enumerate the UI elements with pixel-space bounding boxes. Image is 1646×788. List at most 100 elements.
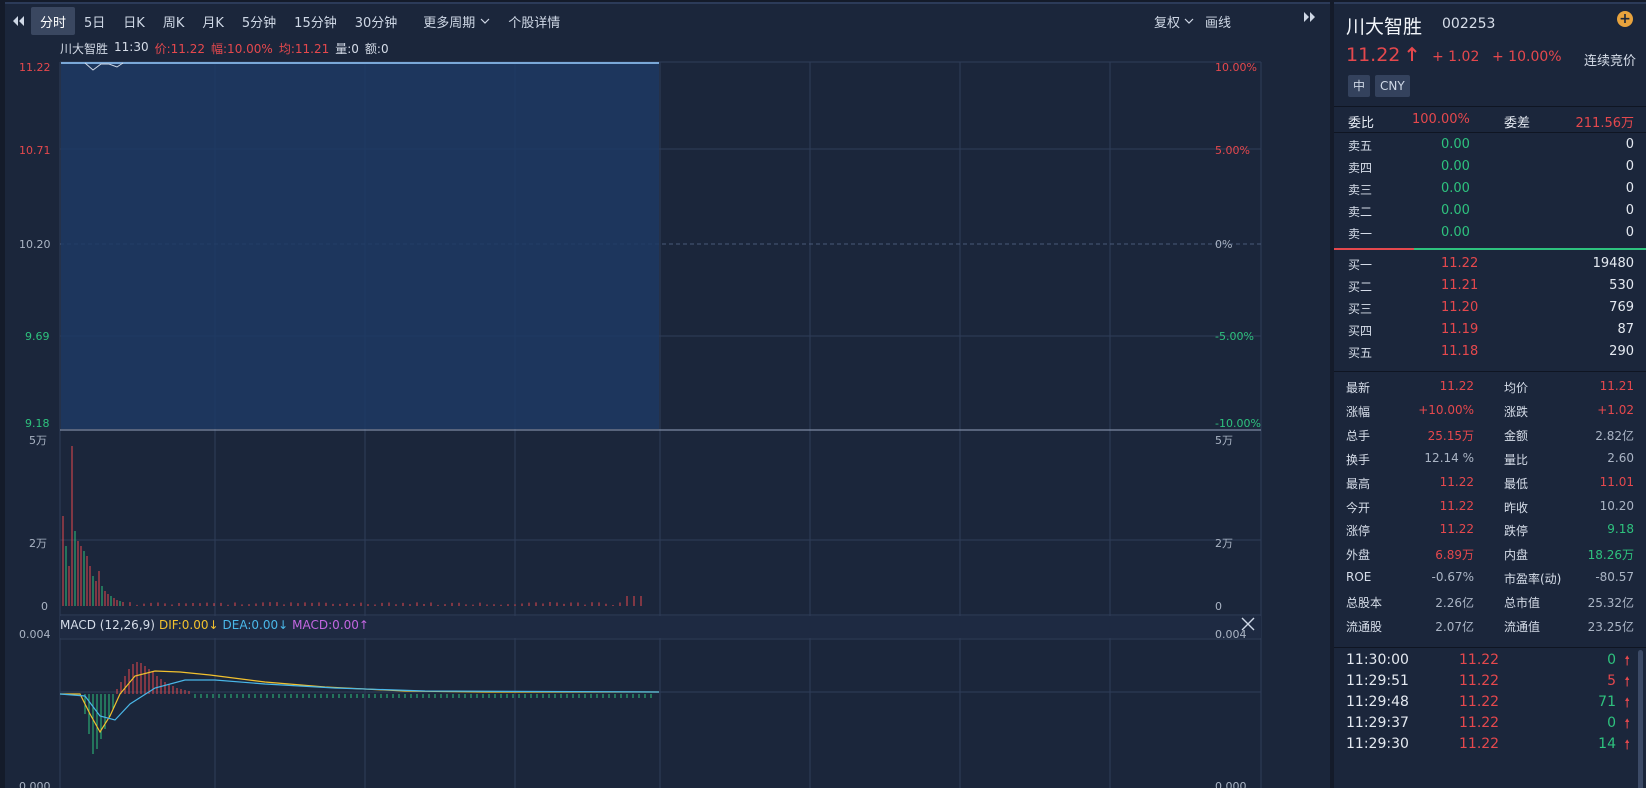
stock-name: 川大智胜	[1346, 12, 1422, 39]
macd-histogram	[85, 662, 651, 754]
pct-tick-right: 10.00%	[1215, 61, 1257, 74]
quote-row: 涨幅 +10.00% 涨跌 +1.02	[1334, 399, 1646, 423]
dif-line	[60, 671, 659, 732]
bid-price: 11.19	[1441, 322, 1478, 337]
quote-row: 今开 11.22 昨收 10.20	[1334, 495, 1646, 519]
vol-tick-right: 2万	[1215, 535, 1233, 551]
quote-row: 最新 11.22 均价 11.21	[1334, 375, 1646, 399]
quote-row: 总手 25.15万 金额 2.82亿	[1334, 423, 1646, 447]
book-ratio-bar-red	[1334, 248, 1414, 250]
quote-label: 涨幅	[1346, 403, 1370, 420]
quote-value: +10.00%	[1418, 403, 1474, 417]
ask-label: 卖四	[1348, 159, 1372, 176]
ask-row[interactable]: 卖四 0.00 0	[1334, 157, 1646, 179]
bid-volume: 290	[1609, 344, 1634, 359]
arrow-up-icon: 🠕	[1624, 715, 1630, 737]
bid-row[interactable]: 买一 11.22 19480	[1334, 254, 1646, 276]
bid-row[interactable]: 买三 11.20 769	[1334, 298, 1646, 320]
price-area	[61, 63, 659, 429]
quote-label: 内盘	[1504, 546, 1528, 563]
ask-row[interactable]: 卖一 0.00 0	[1334, 223, 1646, 245]
quote-row: 换手 12.14 % 量比 2.60	[1334, 447, 1646, 471]
quote-label: 最低	[1504, 475, 1528, 492]
ask-label: 卖一	[1348, 225, 1372, 242]
ask-price: 0.00	[1441, 137, 1470, 152]
dea-line	[60, 680, 659, 720]
quote-value: 9.18	[1607, 522, 1634, 536]
quote-value: 6.89万	[1435, 546, 1474, 563]
ask-volume: 0	[1626, 137, 1634, 152]
stock-app: 分时 5日 日K 周K 月K 5分钟 15分钟 30分钟 更多周期 个股详情 复…	[0, 0, 1646, 788]
pct-tick-right: -10.00%	[1215, 417, 1261, 430]
quote-value: 2.60	[1607, 451, 1634, 465]
arrow-up-icon	[1406, 46, 1418, 62]
price-tick-left: 10.71	[19, 144, 51, 157]
quote-label: 最新	[1346, 379, 1370, 396]
trade-volume: 14	[1598, 736, 1616, 752]
trade-status: 连续竞价	[1584, 50, 1636, 69]
chart-panel: 分时 5日 日K 周K 月K 5分钟 15分钟 30分钟 更多周期 个股详情 复…	[5, 2, 1330, 788]
macd-tick-left: 0.004	[19, 628, 51, 641]
ask-volume: 0	[1626, 225, 1634, 240]
ask-label: 卖三	[1348, 181, 1372, 198]
arrow-up-icon: 🠕	[1624, 736, 1630, 758]
quote-label: 今开	[1346, 499, 1370, 516]
quote-row: 最高 11.22 最低 11.01	[1334, 471, 1646, 495]
bid-label: 买五	[1348, 344, 1372, 361]
price-tick-left: 11.22	[19, 61, 51, 74]
bid-row[interactable]: 买五 11.18 290	[1334, 342, 1646, 364]
quote-value: 23.25亿	[1588, 618, 1634, 635]
quote-value: 18.26万	[1588, 546, 1634, 563]
quote-label: 均价	[1504, 379, 1528, 396]
ask-volume: 0	[1626, 203, 1634, 218]
ask-row[interactable]: 卖三 0.00 0	[1334, 179, 1646, 201]
trade-time: 11:30:00	[1346, 652, 1409, 668]
bid-label: 买二	[1348, 278, 1372, 295]
macd-legend: MACD (12,26,9) DIF:0.00↓ DEA:0.00↓ MACD:…	[60, 618, 369, 632]
trade-price: 11.22	[1459, 652, 1499, 668]
price-tick-left: 9.69	[25, 330, 50, 343]
quote-value: 11.22	[1440, 379, 1474, 393]
chart-canvas[interactable]	[5, 4, 1330, 788]
quote-label: 涨跌	[1504, 403, 1528, 420]
weicha-value: 211.56万	[1576, 112, 1635, 131]
quote-value: 11.01	[1600, 475, 1634, 489]
pct-tick-right: 0%	[1215, 238, 1232, 251]
bid-label: 买一	[1348, 256, 1372, 273]
macd-params: MACD (12,26,9)	[60, 618, 155, 632]
ask-price: 0.00	[1441, 225, 1470, 240]
trade-time: 11:29:48	[1346, 694, 1409, 710]
vol-tick-left: 5万	[29, 432, 47, 448]
trade-time: 11:29:37	[1346, 715, 1409, 731]
close-icon[interactable]	[1240, 616, 1256, 632]
bid-price: 11.22	[1441, 256, 1478, 271]
ask-price: 0.00	[1441, 203, 1470, 218]
quote-value: 25.32亿	[1588, 594, 1634, 611]
quote-value: 12.14 %	[1424, 451, 1474, 465]
stock-code: 002253	[1442, 16, 1495, 32]
bid-label: 买四	[1348, 322, 1372, 339]
trades-scrollbar[interactable]	[1638, 650, 1643, 788]
ask-label: 卖五	[1348, 137, 1372, 154]
bid-label: 买三	[1348, 300, 1372, 317]
bid-row[interactable]: 买四 11.19 87	[1334, 320, 1646, 342]
ask-row[interactable]: 卖五 0.00 0	[1334, 135, 1646, 157]
ask-row[interactable]: 卖二 0.00 0	[1334, 201, 1646, 223]
arrow-up-icon: 🠕	[1624, 694, 1630, 716]
add-watchlist-icon[interactable]: +	[1617, 11, 1633, 27]
trade-volume: 0	[1607, 715, 1616, 731]
bid-row[interactable]: 买二 11.21 530	[1334, 276, 1646, 298]
quote-row: 涨停 11.22 跌停 9.18	[1334, 518, 1646, 542]
macd-dif: DIF:0.00↓	[159, 618, 219, 632]
quote-row: 外盘 6.89万 内盘 18.26万	[1334, 542, 1646, 566]
trade-volume: 71	[1598, 694, 1616, 710]
quote-value: 11.22	[1440, 499, 1474, 513]
quote-label: 换手	[1346, 451, 1370, 468]
price-change: + 1.02	[1432, 49, 1479, 65]
vol-tick-right: 0	[1215, 600, 1222, 613]
macd-dea: DEA:0.00↓	[223, 618, 289, 632]
quote-value: -0.67%	[1432, 570, 1474, 584]
quote-value: 2.26亿	[1435, 594, 1474, 611]
macd-value: MACD:0.00↑	[292, 618, 369, 632]
quote-label: 外盘	[1346, 546, 1370, 563]
